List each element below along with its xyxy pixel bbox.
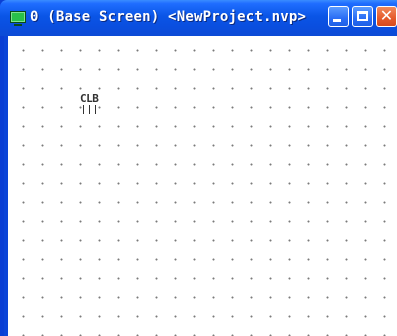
monitor-icon[interactable] — [10, 11, 26, 26]
minimize-icon — [333, 19, 341, 22]
pin-2 — [89, 105, 90, 114]
window-title: 0 (Base Screen) <NewProject.nvp> — [30, 9, 307, 25]
close-icon: ✕ — [379, 6, 394, 25]
minimize-button[interactable] — [328, 6, 349, 27]
design-canvas[interactable]: CLB — [4, 36, 397, 336]
maximize-button[interactable] — [352, 6, 373, 27]
app-window: 0 (Base Screen) <NewProject.nvp> ✕ CLB — [0, 0, 397, 336]
component-pins-icon — [82, 105, 102, 114]
clb-component[interactable]: CLB — [80, 93, 112, 115]
component-label: CLB — [80, 92, 99, 105]
pin-3 — [95, 105, 96, 114]
pin-1 — [83, 105, 84, 114]
maximize-icon — [357, 11, 368, 21]
close-button[interactable]: ✕ — [376, 6, 397, 27]
title-bar[interactable]: 0 (Base Screen) <NewProject.nvp> ✕ — [0, 0, 397, 36]
